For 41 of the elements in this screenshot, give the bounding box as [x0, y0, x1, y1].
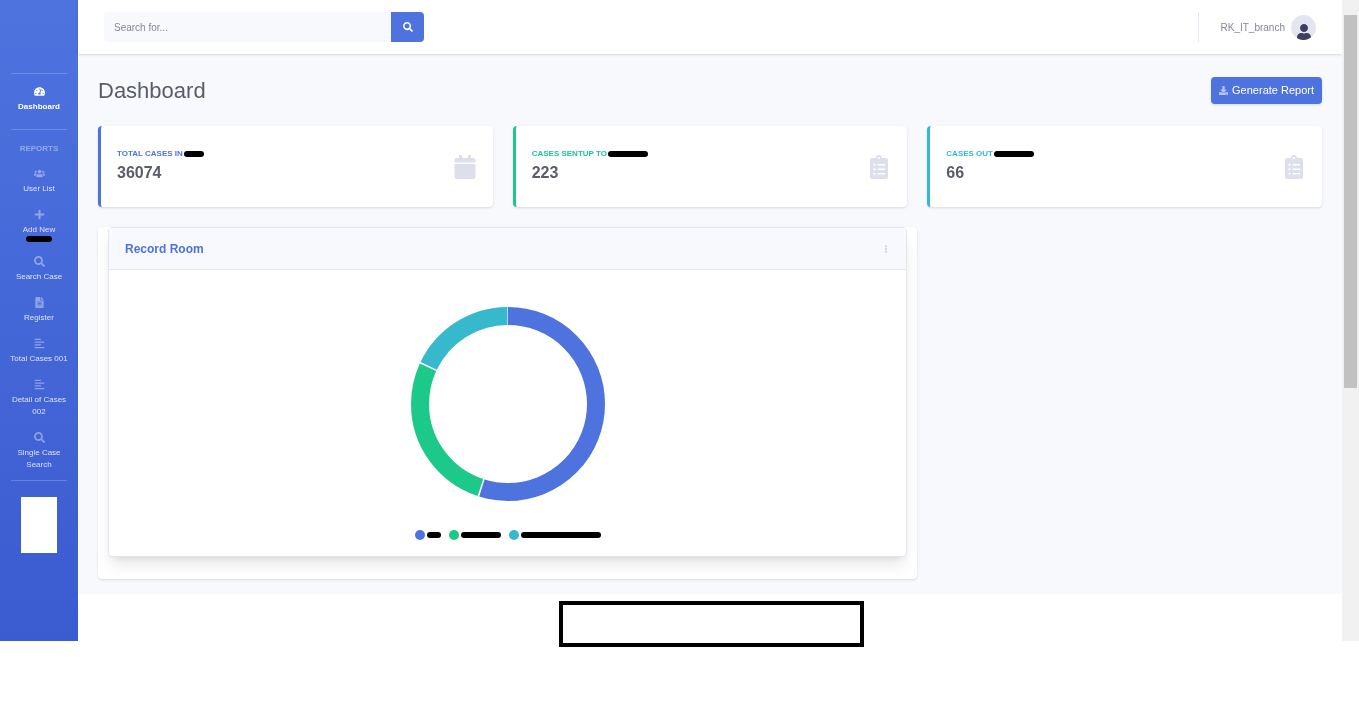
user-name[interactable]: RK_IT_branch — [1220, 19, 1285, 35]
section-heading: REPORTS — [19, 143, 59, 155]
stat-label: CASES SENTUP TO — [531, 148, 607, 160]
sidebar-item[interactable]: Add New — [0, 202, 78, 249]
avatar-icon[interactable] — [1291, 14, 1316, 40]
sidebar-item[interactable]: Search Case — [0, 249, 78, 290]
generate-report-button[interactable]: Generate Report — [1211, 77, 1322, 104]
redaction-mark — [460, 532, 501, 538]
download-icon — [1219, 86, 1229, 95]
stat-value: 223 — [531, 163, 560, 183]
sidebar-item[interactable]: User List — [0, 161, 78, 202]
stat-label: CASES OUT — [946, 148, 993, 160]
sidebar-item[interactable]: Register — [0, 290, 78, 331]
stat-value: 66 — [946, 163, 966, 183]
redaction-mark — [994, 151, 1034, 157]
redaction-mark — [426, 532, 441, 538]
sidebar-item[interactable]: Dashboard — [0, 74, 78, 121]
stat-label: TOTAL CASES IN — [117, 148, 183, 160]
panel-title: Record Room — [125, 240, 204, 258]
redaction-mark — [607, 151, 648, 157]
gauge-icon — [33, 86, 45, 97]
search-field[interactable]: Search for... — [104, 12, 391, 42]
sidebar-item[interactable]: Detail of Cases 002 — [0, 372, 78, 425]
page-title: Dashboard — [98, 77, 206, 105]
sidebar-item[interactable]: Total Cases 001 — [0, 331, 78, 372]
calendar-icon — [452, 154, 477, 179]
redaction-block — [21, 497, 57, 553]
plus-icon — [33, 209, 45, 220]
stat-value: 36074 — [117, 163, 163, 183]
search-button[interactable] — [391, 12, 424, 42]
lines-icon — [33, 379, 45, 390]
scrollbar[interactable] — [1342, 0, 1359, 641]
redaction-mark — [183, 151, 204, 157]
search-icon — [33, 432, 45, 443]
sidebar-item[interactable]: Single Case Search — [0, 425, 78, 478]
search-icon — [33, 256, 45, 267]
lines-icon — [33, 338, 45, 349]
search-icon — [402, 22, 413, 32]
clipboard-icon — [1282, 154, 1306, 179]
users-icon — [33, 168, 45, 179]
file-icon — [33, 297, 45, 308]
